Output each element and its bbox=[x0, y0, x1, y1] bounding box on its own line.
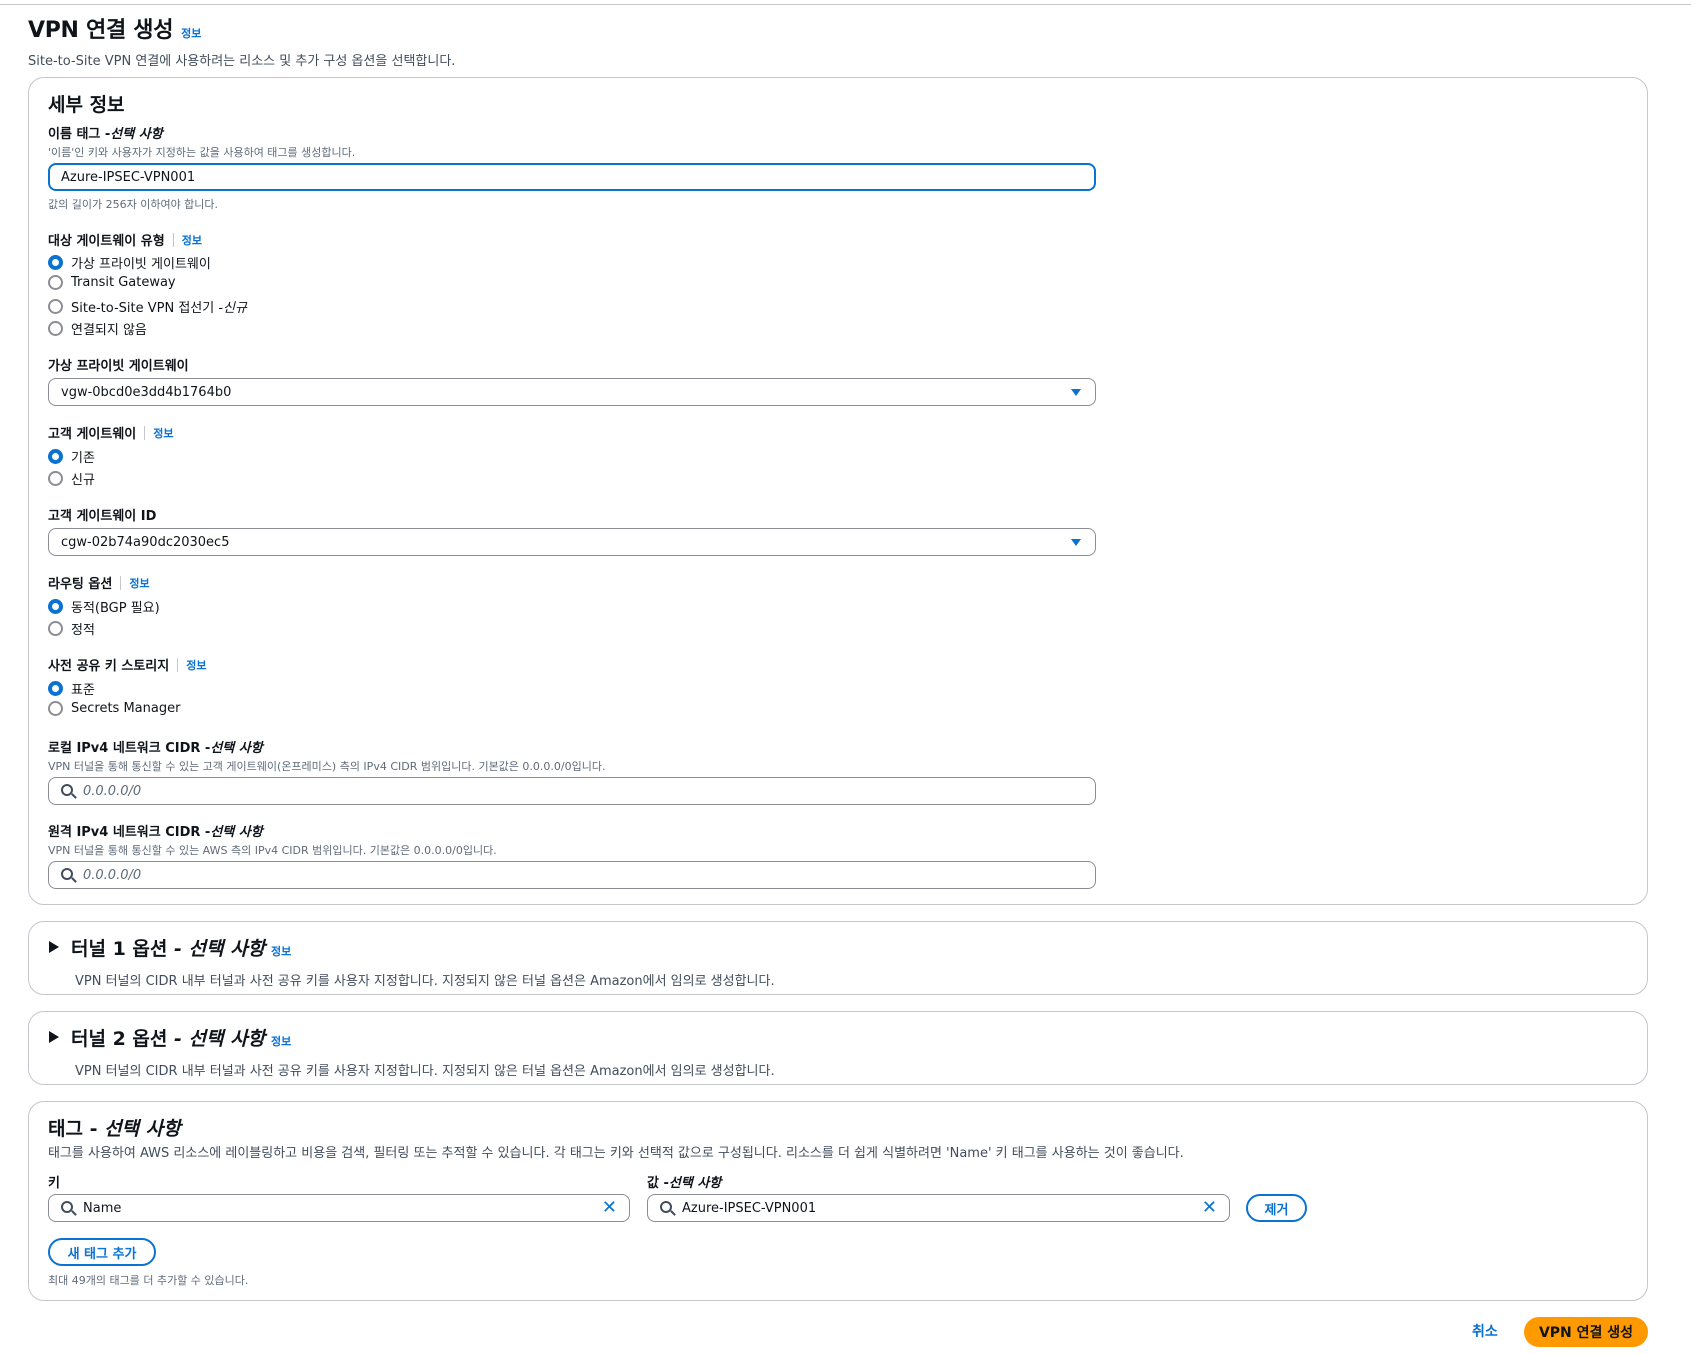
remote-cidr-label: 원격 IPv4 네트워크 CIDR - 선택 사항 bbox=[48, 825, 263, 840]
routing-info-link[interactable]: 정보 bbox=[129, 575, 149, 591]
radio-button[interactable] bbox=[48, 599, 63, 614]
name-tag-input[interactable]: Azure-IPSEC-VPN001 bbox=[48, 163, 1096, 191]
tunnel2-expander[interactable]: 터널 2 옵션 - 선택 사항 정보 bbox=[49, 1024, 291, 1051]
tunnel1-expander[interactable]: 터널 1 옵션 - 선택 사항 정보 bbox=[49, 934, 291, 961]
tag-value-value: Azure-IPSEC-VPN001 bbox=[682, 1200, 817, 1216]
radio-button[interactable] bbox=[48, 471, 63, 486]
local-cidr-label: 로컬 IPv4 네트워크 CIDR - 선택 사항 bbox=[48, 741, 263, 756]
search-icon bbox=[61, 784, 73, 796]
radio-virtual-private-gateway[interactable]: 가상 프라이빗 게이트웨이 bbox=[48, 253, 211, 272]
search-icon bbox=[61, 1201, 73, 1213]
radio-button[interactable] bbox=[48, 255, 63, 270]
caret-right-icon bbox=[49, 941, 59, 953]
tag-key-value: Name bbox=[83, 1200, 122, 1216]
tunnel2-optional: - 선택 사항 bbox=[174, 1028, 266, 1050]
caret-right-icon bbox=[49, 1031, 59, 1043]
cancel-button[interactable]: 취소 bbox=[1472, 1321, 1498, 1341]
target-gateway-type-info-link[interactable]: 정보 bbox=[182, 232, 202, 248]
page-info-link[interactable]: 정보 bbox=[181, 25, 201, 41]
tunnel2-description: VPN 터널의 CIDR 내부 터널과 사전 공유 키를 사용자 지정합니다. … bbox=[75, 1064, 775, 1079]
routing-options-label: 라우팅 옵션 정보 bbox=[48, 575, 150, 592]
vgw-value: vgw-0bcd0e3dd4b1764b0 bbox=[61, 384, 232, 400]
tags-container: 태그 - 선택 사항 태그를 사용하여 AWS 리소스에 레이블링하고 비용을 … bbox=[28, 1101, 1648, 1301]
local-cidr-placeholder: 0.0.0.0/0 bbox=[83, 783, 142, 799]
tunnel2-title: 터널 2 옵션 bbox=[71, 1028, 168, 1050]
radio-not-attached[interactable]: 연결되지 않음 bbox=[48, 319, 147, 338]
radio-button[interactable] bbox=[48, 275, 63, 290]
target-gateway-type-label: 대상 게이트웨이 유형 정보 bbox=[48, 232, 202, 249]
tag-key-label: 키 bbox=[48, 1176, 60, 1191]
radio-static[interactable]: 정적 bbox=[48, 619, 95, 638]
search-icon bbox=[660, 1201, 672, 1213]
page-title: VPN 연결 생성 bbox=[28, 18, 174, 43]
radio-button[interactable] bbox=[48, 321, 63, 336]
customer-gateway-label: 고객 게이트웨이 정보 bbox=[48, 425, 174, 442]
remote-cidr-hint: VPN 터널을 통해 통신할 수 있는 AWS 측의 IPv4 CIDR 범위입… bbox=[48, 844, 497, 857]
page-description: Site-to-Site VPN 연결에 사용하려는 리소스 및 추가 구성 옵… bbox=[28, 54, 456, 69]
vgw-label: 가상 프라이빗 게이트웨이 bbox=[48, 359, 189, 374]
customer-gateway-info-link[interactable]: 정보 bbox=[153, 425, 173, 441]
search-icon bbox=[61, 868, 73, 880]
tag-limit-text: 최대 49개의 태그를 더 추가할 수 있습니다. bbox=[48, 1274, 249, 1287]
cgw-id-value: cgw-02b74a90dc2030ec5 bbox=[61, 534, 230, 550]
cgw-id-select[interactable]: cgw-02b74a90dc2030ec5 bbox=[48, 528, 1096, 556]
cgw-id-label: 고객 게이트웨이 ID bbox=[48, 509, 157, 524]
remote-cidr-input[interactable]: 0.0.0.0/0 bbox=[48, 861, 1096, 889]
local-cidr-hint: VPN 터널을 통해 통신할 수 있는 고객 게이트웨이(온프레미스) 측의 I… bbox=[48, 760, 606, 773]
psk-storage-info-link[interactable]: 정보 bbox=[186, 657, 206, 673]
vgw-select[interactable]: vgw-0bcd0e3dd4b1764b0 bbox=[48, 378, 1096, 406]
name-tag-hint: '이름'인 키와 사용자가 지정하는 값을 사용하여 태그를 생성합니다. bbox=[48, 146, 356, 159]
radio-dynamic[interactable]: 동적(BGP 필요) bbox=[48, 597, 160, 616]
tag-value-label: 값 - 선택 사항 bbox=[647, 1176, 722, 1191]
page-header: VPN 연결 생성 정보 Site-to-Site VPN 연결에 사용하려는 … bbox=[28, 12, 455, 69]
details-heading: 세부 정보 bbox=[48, 94, 125, 116]
radio-button[interactable] bbox=[48, 621, 63, 636]
radio-transit-gateway[interactable]: Transit Gateway bbox=[48, 275, 176, 290]
create-vpn-connection-button[interactable]: VPN 연결 생성 bbox=[1524, 1317, 1648, 1347]
close-icon[interactable]: ✕ bbox=[1202, 1199, 1217, 1217]
psk-storage-label: 사전 공유 키 스토리지 정보 bbox=[48, 657, 207, 674]
remote-cidr-placeholder: 0.0.0.0/0 bbox=[83, 867, 142, 883]
radio-vpn-concentrator[interactable]: Site-to-Site VPN 접선기 - 신규 bbox=[48, 297, 247, 316]
radio-secrets-manager[interactable]: Secrets Manager bbox=[48, 701, 180, 716]
tag-key-input[interactable]: Name ✕ bbox=[48, 1194, 630, 1222]
tags-heading: 태그 - 선택 사항 bbox=[48, 1118, 181, 1140]
caret-down-icon bbox=[1071, 389, 1081, 396]
radio-existing[interactable]: 기존 bbox=[48, 447, 95, 466]
radio-button[interactable] bbox=[48, 681, 63, 696]
tunnel2-options-container: 터널 2 옵션 - 선택 사항 정보 VPN 터널의 CIDR 내부 터널과 사… bbox=[28, 1011, 1648, 1085]
tunnel1-description: VPN 터널의 CIDR 내부 터널과 사전 공유 키를 사용자 지정합니다. … bbox=[75, 974, 775, 989]
radio-button[interactable] bbox=[48, 299, 63, 314]
tunnel1-title: 터널 1 옵션 bbox=[71, 938, 168, 960]
radio-button[interactable] bbox=[48, 701, 63, 716]
local-cidr-input[interactable]: 0.0.0.0/0 bbox=[48, 777, 1096, 805]
tunnel1-options-container: 터널 1 옵션 - 선택 사항 정보 VPN 터널의 CIDR 내부 터널과 사… bbox=[28, 921, 1648, 995]
name-tag-label: 이름 태그 - 선택 사항 bbox=[48, 127, 163, 142]
tag-value-input[interactable]: Azure-IPSEC-VPN001 ✕ bbox=[647, 1194, 1230, 1222]
top-divider bbox=[0, 4, 1691, 5]
radio-standard[interactable]: 표준 bbox=[48, 679, 95, 698]
caret-down-icon bbox=[1071, 539, 1081, 546]
radio-new[interactable]: 신규 bbox=[48, 469, 95, 488]
close-icon[interactable]: ✕ bbox=[602, 1199, 617, 1217]
radio-button[interactable] bbox=[48, 449, 63, 464]
tunnel1-optional: - 선택 사항 bbox=[174, 938, 266, 960]
tunnel1-info-link[interactable]: 정보 bbox=[271, 943, 291, 959]
tags-description: 태그를 사용하여 AWS 리소스에 레이블링하고 비용을 검색, 필터링 또는 … bbox=[48, 1146, 1184, 1161]
name-tag-constraint: 값의 길이가 256자 이하여야 합니다. bbox=[48, 198, 219, 211]
add-tag-button[interactable]: 새 태그 추가 bbox=[48, 1238, 156, 1266]
tunnel2-info-link[interactable]: 정보 bbox=[271, 1033, 291, 1049]
remove-tag-button[interactable]: 제거 bbox=[1246, 1194, 1307, 1222]
name-tag-value: Azure-IPSEC-VPN001 bbox=[61, 169, 196, 185]
details-container: 세부 정보 이름 태그 - 선택 사항 '이름'인 키와 사용자가 지정하는 값… bbox=[28, 77, 1648, 905]
